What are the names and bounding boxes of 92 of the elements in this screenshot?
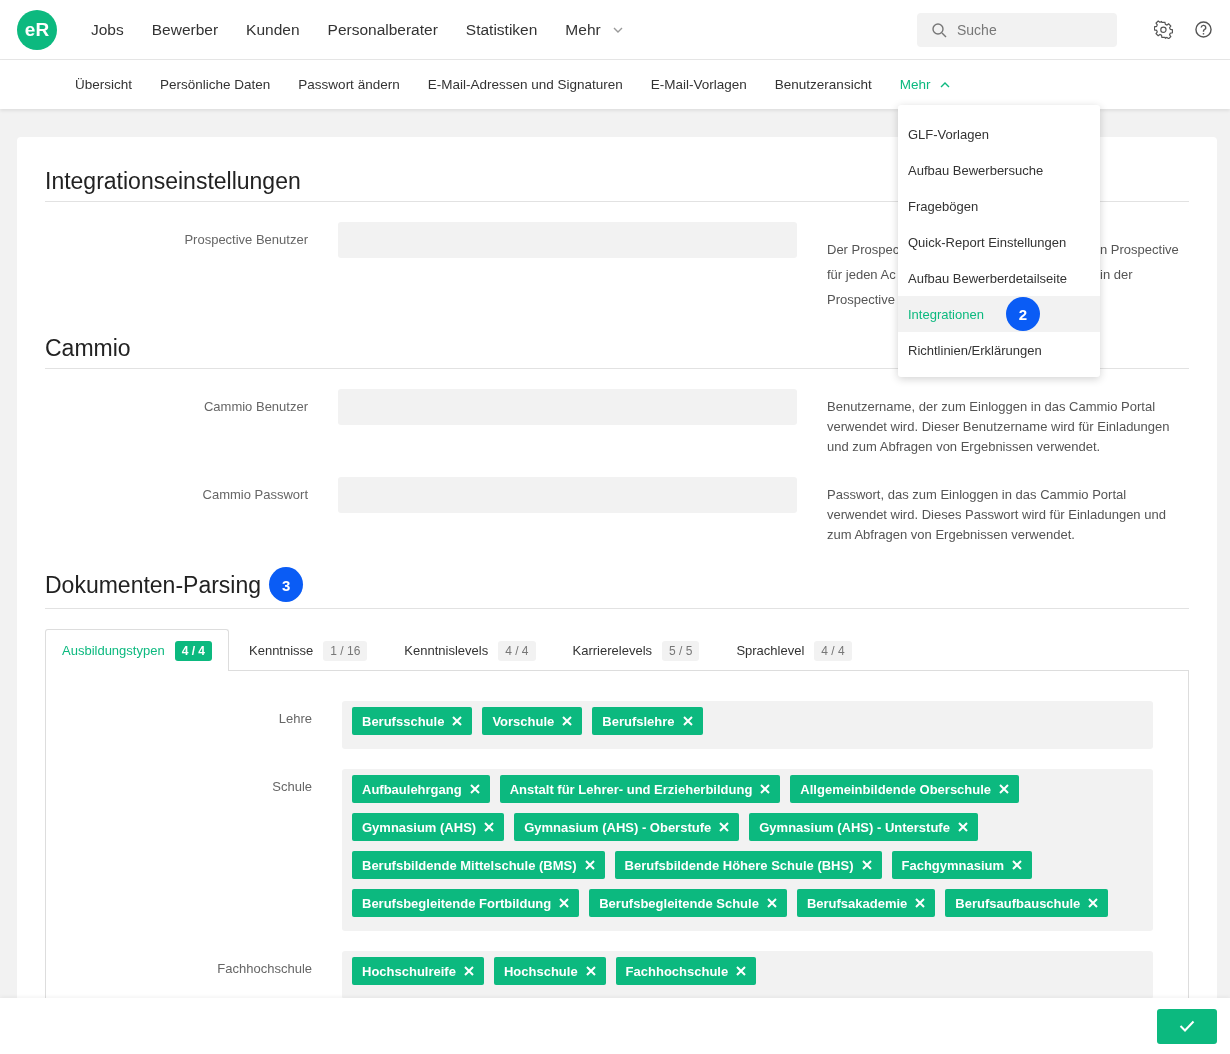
section-title: Dokumenten-Parsing — [45, 570, 262, 599]
tab[interactable]: Passwort ändern — [285, 77, 413, 92]
tab[interactable]: Karrierelevels 5 / 5 — [555, 629, 717, 671]
tab[interactable]: Übersicht — [62, 77, 146, 92]
close-icon[interactable] — [682, 716, 693, 726]
section-title: Integrationseinstellungen — [45, 167, 301, 195]
section-title: Cammio — [45, 334, 131, 362]
description-text: in der — [1100, 266, 1133, 284]
tag-chip: Berufsbegleitende Fortbildung — [352, 889, 580, 917]
close-icon[interactable] — [562, 716, 573, 726]
nav-link[interactable]: Mehr — [551, 20, 637, 39]
close-icon[interactable] — [760, 784, 771, 794]
group-label: Schule — [271, 778, 312, 796]
tag-chip: Gymnasium (AHS) - Unterstufe — [749, 813, 978, 841]
tag-chip: Gymnasium (AHS) — [352, 813, 505, 841]
tag-chip: Berufsbildende Mittelschule (BMS) — [352, 851, 605, 879]
tag-chip: Berufsschule — [352, 707, 473, 735]
menu-item[interactable]: GLF-Vorlagen — [898, 116, 1100, 152]
search-field[interactable]: Suche — [917, 12, 1117, 47]
tag-chip: Berufsaufbauschule — [945, 889, 1109, 917]
chevron-up-icon — [940, 81, 951, 88]
tag-chip: Berufsbildende Höhere Schule (BHS) — [614, 851, 882, 879]
close-icon[interactable] — [957, 822, 968, 832]
field-label: Cammio Passwort — [201, 486, 308, 504]
tab[interactable]: Kenntnislevels 4 / 4 — [387, 629, 553, 671]
tag-chip: Vorschule — [482, 707, 583, 735]
tag-chip: Fachhochschule — [615, 957, 757, 985]
field-description: Benutzername, der zum Einloggen in das Cammio Portal verwendet wird. Dieser Benutzername wird für Einladungen und zum Abfragen von Ergebnissen verwendet. — [827, 398, 1171, 456]
description-text: für jeden Ac — [827, 266, 896, 284]
menu-item[interactable]: Quick-Report Einstellungen — [898, 224, 1100, 260]
tag-chip: Hochschule — [493, 957, 606, 985]
close-icon[interactable] — [559, 898, 570, 908]
close-icon[interactable] — [736, 966, 747, 976]
tab[interactable]: Benutzeransicht — [761, 77, 885, 92]
count-badge: 5 / 5 — [662, 640, 700, 661]
tab[interactable]: E-Mail-Adressen und Signaturen — [414, 77, 636, 92]
tag-chip: Berufsbegleitende Schule — [589, 889, 787, 917]
menu-item[interactable]: Aufbau Bewerberdetailseite — [898, 260, 1100, 296]
tag-area[interactable] — [342, 769, 1153, 931]
close-icon[interactable] — [861, 860, 872, 870]
nav-link[interactable]: Statistiken — [451, 20, 552, 39]
close-icon[interactable] — [584, 860, 595, 870]
close-icon[interactable] — [915, 898, 926, 908]
close-icon[interactable] — [1012, 860, 1023, 870]
count-badge: 4 / 4 — [498, 640, 536, 661]
group-label: Lehre — [277, 710, 312, 728]
field-label: Prospective Benutzer — [183, 231, 308, 249]
menu-item[interactable]: Integrationen 2 — [898, 296, 1100, 332]
number-badge: 3 — [269, 567, 304, 602]
description-text: n Prospective — [1100, 241, 1179, 259]
settings-icon[interactable] — [1153, 19, 1173, 40]
tag-chip: Allgemeinbildende Oberschule — [790, 775, 1020, 803]
help-icon[interactable] — [1193, 19, 1213, 40]
count-badge: 4 / 4 — [174, 640, 212, 661]
chevron-down-icon — [612, 26, 623, 33]
count-badge: 1 / 16 — [323, 640, 368, 661]
menu-item[interactable]: Richtlinien/Erklärungen — [898, 332, 1100, 368]
tab[interactable]: E-Mail-Vorlagen — [637, 77, 760, 92]
tag-chip: Berufsakademie — [796, 889, 936, 917]
tag-chip: Gymnasium (AHS) - Oberstufe — [514, 813, 740, 841]
nav-link[interactable]: Kunden — [232, 20, 314, 39]
tag-chip: Anstalt für Lehrer- und Erzieherbildung — [499, 775, 781, 803]
number-badge: 2 — [1005, 297, 1040, 331]
close-icon[interactable] — [469, 784, 480, 794]
save-button[interactable] — [1157, 1008, 1217, 1044]
group-label: Fachhochschule — [216, 960, 312, 978]
close-icon[interactable] — [999, 784, 1010, 794]
description-text: Prospective — [827, 291, 895, 309]
close-icon[interactable] — [585, 966, 596, 976]
close-icon[interactable] — [484, 822, 495, 832]
close-icon[interactable] — [766, 898, 777, 908]
check-icon — [1179, 1020, 1195, 1032]
count-badge: 4 / 4 — [814, 640, 852, 661]
nav-link[interactable]: Bewerber — [137, 20, 233, 39]
close-icon[interactable] — [1088, 898, 1099, 908]
tab[interactable]: Persönliche Daten — [147, 77, 284, 92]
menu-item[interactable]: Aufbau Bewerbersuche — [898, 152, 1100, 188]
tab[interactable]: Kenntnisse 1 / 16 — [232, 629, 385, 671]
menu-item[interactable]: Fragebögen — [898, 188, 1100, 224]
tag-chip: Hochschulreife — [352, 957, 484, 985]
field-description: Passwort, das zum Einloggen in das Cammio Portal verwendet wird. Dieses Passwort wird für Einladungen und zum Abfragen von Ergebnissen verwendet. — [827, 486, 1167, 544]
description-text: Der Prospec — [827, 241, 900, 259]
nav-link[interactable]: Jobs — [77, 20, 138, 39]
close-icon[interactable] — [719, 822, 730, 832]
tab[interactable]: Sprachlevel 4 / 4 — [719, 629, 869, 671]
field-label: Cammio Benutzer — [202, 398, 308, 416]
close-icon[interactable] — [452, 716, 463, 726]
nav-link[interactable]: Personalberater — [313, 20, 452, 39]
tag-chip: Fachgymnasium — [891, 851, 1033, 879]
tag-chip: Berufslehre — [592, 707, 703, 735]
tag-chip: Aufbaulehrgang — [352, 775, 490, 803]
close-icon[interactable] — [463, 966, 474, 976]
